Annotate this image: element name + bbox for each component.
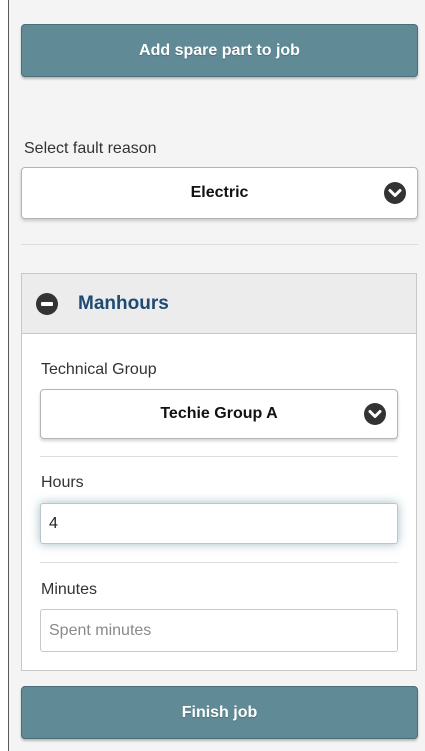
fault-reason-value: Electric: [190, 184, 249, 201]
fault-reason-select[interactable]: Electric: [21, 167, 418, 219]
chevron-down-icon: [384, 182, 406, 204]
technical-group-label: Technical Group: [41, 361, 157, 378]
finish-job-button[interactable]: Finish job: [21, 686, 418, 739]
fault-reason-label: Select fault reason: [24, 140, 157, 157]
technical-group-value: Techie Group A: [160, 405, 278, 422]
section-divider: [21, 244, 418, 245]
technical-group-select[interactable]: Techie Group A: [40, 389, 398, 439]
chevron-down-icon: [364, 403, 386, 425]
hours-label: Hours: [41, 474, 84, 491]
minus-circle-icon: [36, 293, 58, 315]
field-divider: [40, 456, 398, 457]
hours-input[interactable]: [40, 503, 398, 544]
minutes-input[interactable]: [40, 609, 398, 652]
manhours-header[interactable]: Manhours: [22, 274, 416, 334]
add-spare-part-button[interactable]: Add spare part to job: [21, 24, 418, 77]
manhours-title: Manhours: [78, 293, 169, 314]
field-divider: [40, 562, 398, 563]
minutes-label: Minutes: [41, 581, 98, 598]
